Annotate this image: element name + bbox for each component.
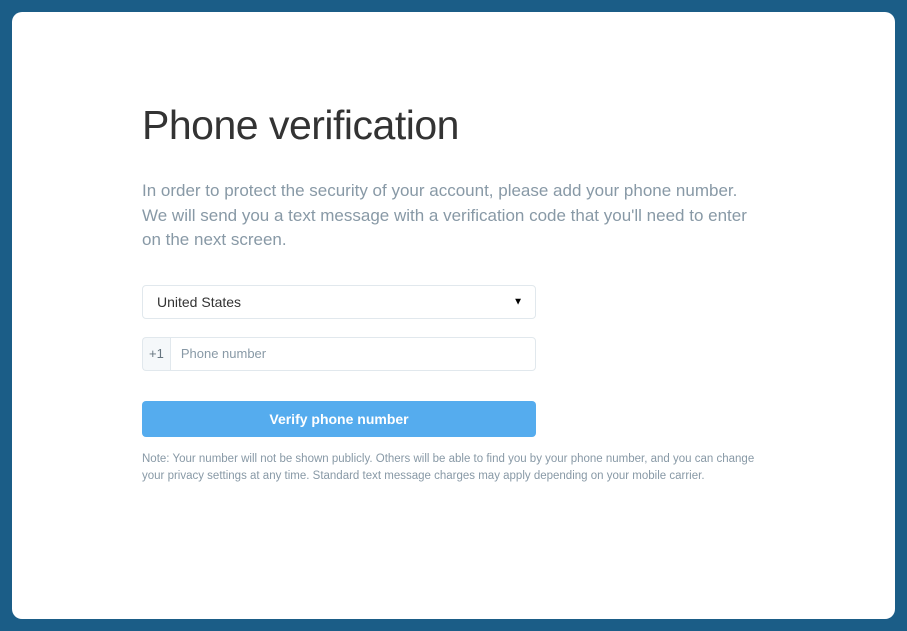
phone-row: +1 <box>142 337 536 371</box>
description-text: In order to protect the security of your… <box>142 179 765 253</box>
chevron-down-icon: ▼ <box>513 296 523 307</box>
page-title: Phone verification <box>142 102 765 149</box>
country-code-prefix: +1 <box>142 337 170 371</box>
verification-card: Phone verification In order to protect t… <box>12 12 895 619</box>
note-text: Note: Your number will not be shown publ… <box>142 451 762 486</box>
phone-input[interactable] <box>170 337 536 371</box>
country-selected-label: United States <box>157 294 241 310</box>
verify-button[interactable]: Verify phone number <box>142 401 536 437</box>
country-select[interactable]: United States ▼ <box>142 285 536 319</box>
